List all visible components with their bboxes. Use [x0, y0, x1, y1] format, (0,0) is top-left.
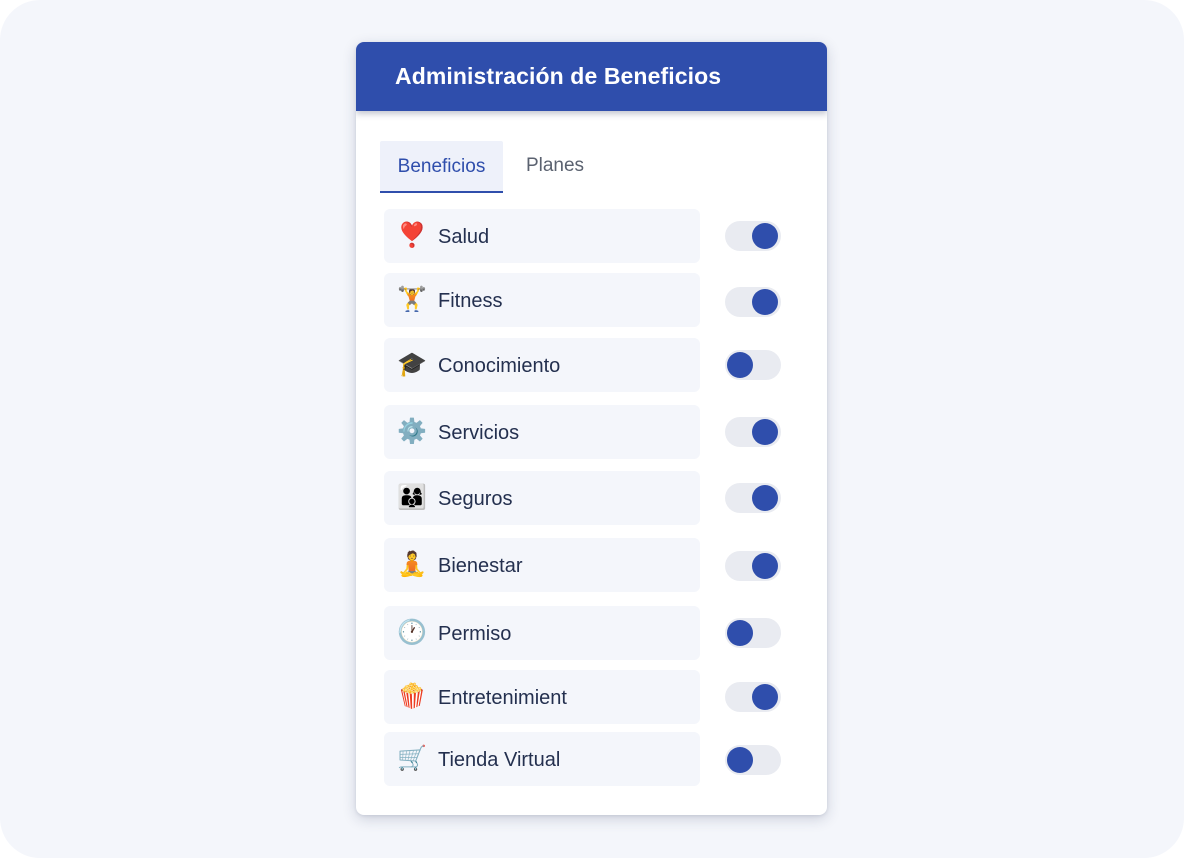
benefit-label: Permiso	[438, 623, 512, 645]
toggle-knob	[752, 684, 778, 710]
clock-icon: 🕐	[397, 619, 427, 646]
toggle-servicios[interactable]	[725, 417, 781, 447]
toggle-knob	[752, 289, 778, 315]
weightlifter-icon: 🏋️	[397, 286, 427, 313]
toggle-fitness[interactable]	[725, 287, 781, 317]
toggle-entretenimiento[interactable]	[725, 682, 781, 712]
shopping-cart-icon: 🛒	[397, 745, 427, 772]
gear-icon: ⚙️	[397, 418, 427, 445]
toggle-knob	[752, 223, 778, 249]
benefit-row-servicios: ⚙️ Servicios	[384, 405, 700, 459]
benefit-row-bienestar: 🧘 Bienestar	[384, 538, 700, 592]
benefit-label: Tienda Virtual	[438, 749, 561, 771]
benefit-row-conocimiento: 🎓 Conocimiento	[384, 338, 700, 392]
toggle-knob	[727, 747, 753, 773]
toggle-bienestar[interactable]	[725, 551, 781, 581]
toggle-knob	[752, 485, 778, 511]
toggle-permiso[interactable]	[725, 618, 781, 648]
benefit-label: Servicios	[438, 422, 520, 444]
benefit-label: Entretenimient	[438, 687, 567, 709]
family-icon: 👨‍👩‍👦	[397, 484, 427, 511]
benefit-row-seguros: 👨‍👩‍👦 Seguros	[384, 471, 700, 525]
benefits-panel: Administración de Beneficios Beneficios …	[356, 42, 827, 815]
toggle-conocimiento[interactable]	[725, 350, 781, 380]
toggle-knob	[727, 352, 753, 378]
toggle-salud[interactable]	[725, 221, 781, 251]
toggle-knob	[752, 553, 778, 579]
benefit-row-tienda-virtual: 🛒 Tienda Virtual	[384, 732, 700, 786]
panel-title: Administración de Beneficios	[395, 63, 722, 89]
meditation-icon: 🧘	[397, 551, 427, 578]
toggle-knob	[752, 419, 778, 445]
tab-beneficios[interactable]: Beneficios	[380, 141, 503, 193]
benefit-row-permiso: 🕐 Permiso	[384, 606, 700, 660]
panel-header: Administración de Beneficios	[356, 42, 827, 111]
toggle-tienda-virtual[interactable]	[725, 745, 781, 775]
tab-planes[interactable]: Planes	[516, 141, 594, 193]
benefit-row-fitness: 🏋️ Fitness	[384, 273, 700, 327]
toggle-knob	[727, 620, 753, 646]
benefit-row-entretenimiento: 🍿 Entretenimient	[384, 670, 700, 724]
heart-exclamation-icon: ❣️	[397, 222, 427, 249]
benefit-label: Seguros	[438, 488, 513, 510]
benefit-label: Fitness	[438, 290, 503, 312]
benefit-label: Bienestar	[438, 555, 523, 577]
benefit-label: Conocimiento	[438, 355, 561, 377]
popcorn-icon: 🍿	[397, 683, 427, 710]
graduation-cap-icon: 🎓	[397, 351, 427, 378]
benefit-label: Salud	[438, 226, 490, 248]
toggle-seguros[interactable]	[725, 483, 781, 513]
benefit-row-salud: ❣️ Salud	[384, 209, 700, 263]
